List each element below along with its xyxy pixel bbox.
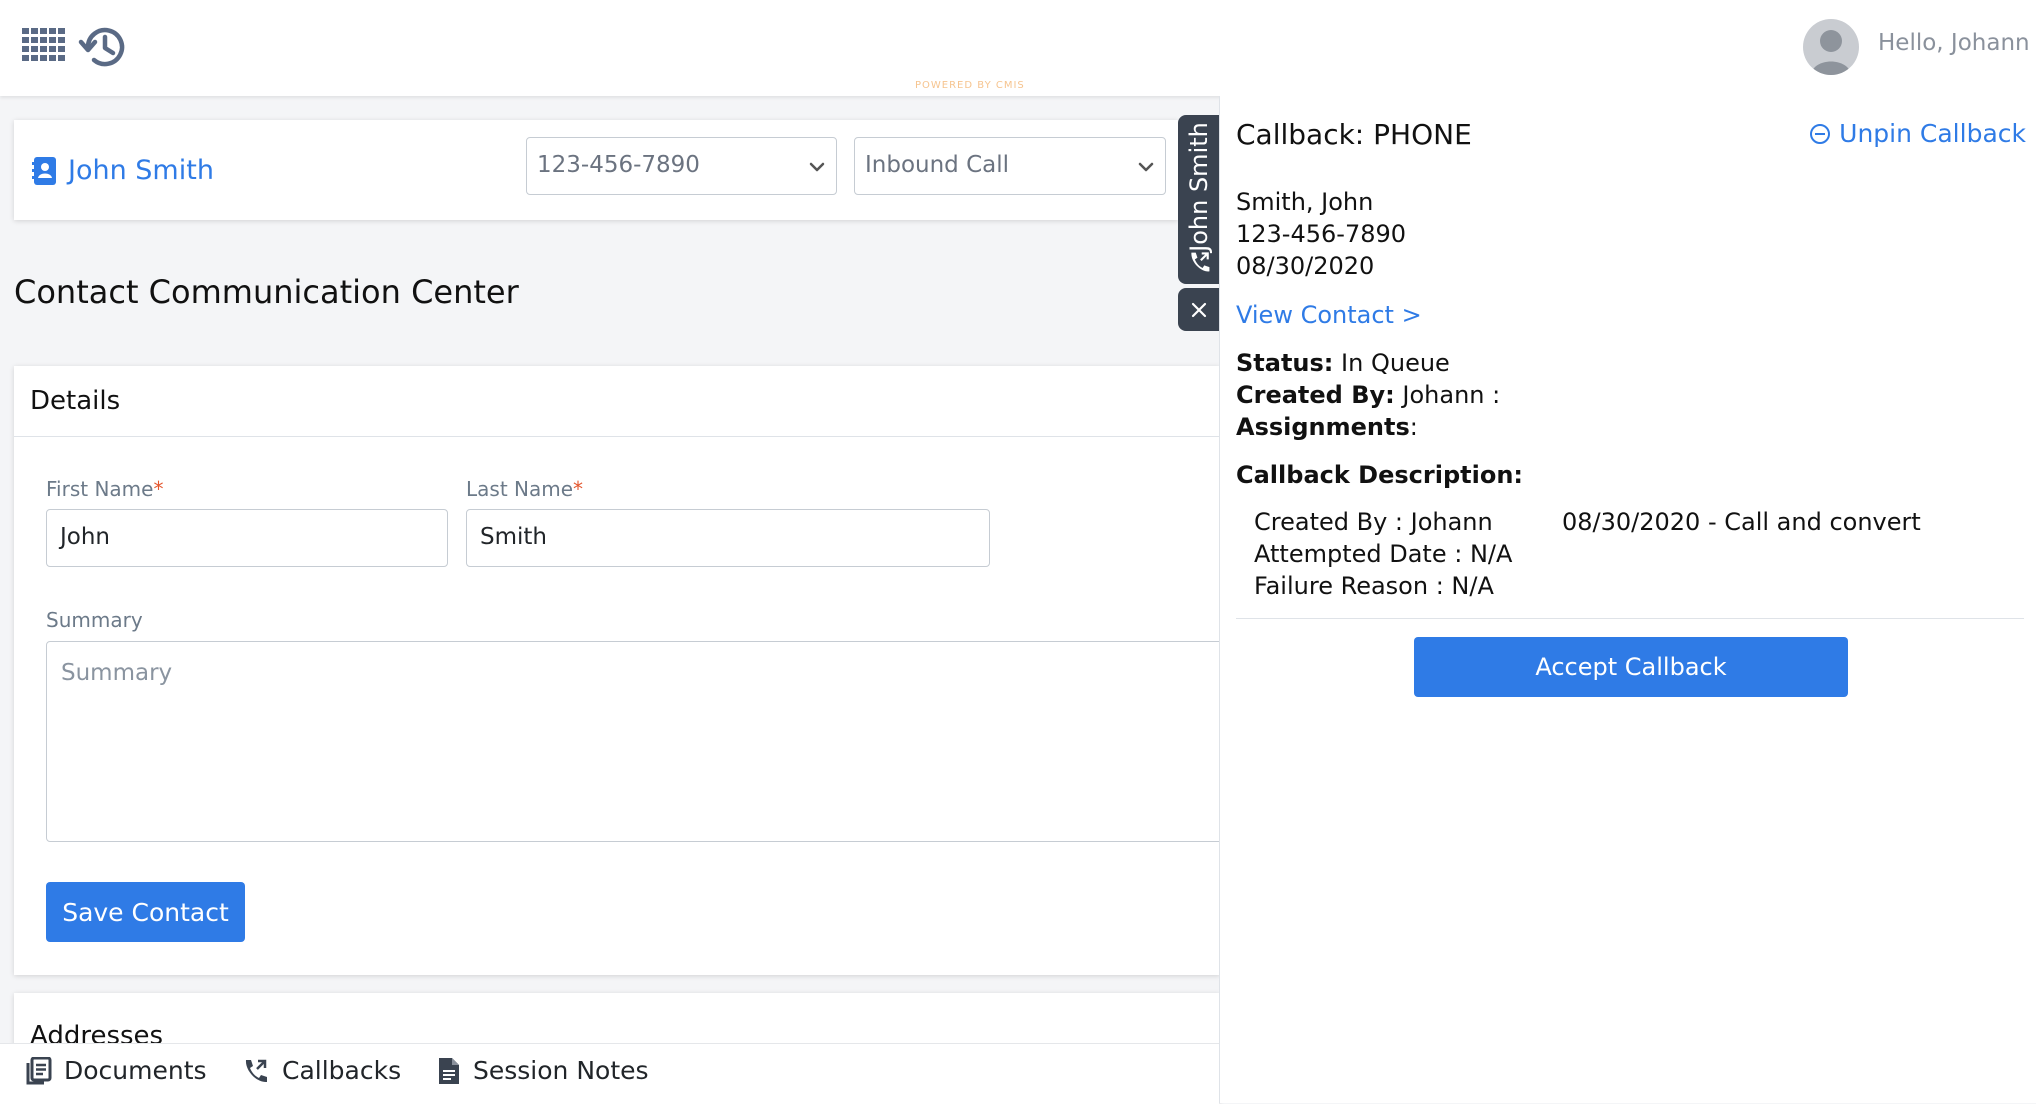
desc-note: 08/30/2020 - Call and convert [1562, 508, 1921, 536]
callback-title: Callback: PHONE [1236, 118, 1472, 151]
tab-documents-label: Documents [64, 1056, 207, 1085]
contact-name-link[interactable]: John Smith [32, 155, 214, 186]
contact-header-card: John Smith 123-456-7890 Inbound Call [14, 120, 1178, 220]
assignments-colon: : [1409, 413, 1418, 441]
tab-documents[interactable]: Documents [26, 1056, 207, 1085]
status-label: Status: [1236, 349, 1334, 377]
note-icon [439, 1057, 459, 1084]
callback-contact-name: Smith, John [1236, 188, 1374, 216]
avatar[interactable] [1803, 19, 1859, 75]
phone-select-value: 123-456-7890 [537, 152, 700, 178]
last-name-field[interactable]: Smith [466, 509, 990, 567]
desc-attempted-date: Attempted Date : N/A [1254, 540, 1513, 568]
powered-by-text: POWERED BY CMIS [915, 80, 1025, 91]
callback-status: Status: In Queue [1236, 349, 1450, 377]
session-tab-john-smith[interactable]: John Smith [1178, 115, 1219, 284]
unpin-callback-button[interactable]: Unpin Callback [1809, 119, 2026, 148]
summary-textarea[interactable]: Summary [46, 641, 1236, 842]
desc-created-by: Created By : Johann [1254, 508, 1493, 536]
details-card: Details First Name* John Last Name* Smit… [14, 366, 1236, 975]
chevron-down-icon [1138, 162, 1154, 172]
summary-placeholder: Summary [61, 660, 173, 686]
contact-book-icon [32, 156, 56, 185]
callback-phone: 123-456-7890 [1236, 220, 1407, 248]
unpin-callback-label: Unpin Callback [1839, 119, 2026, 148]
created-by-value: Johann : [1402, 381, 1501, 409]
tab-callbacks[interactable]: Callbacks [242, 1056, 401, 1085]
bottom-tab-bar: Documents Callbacks Session Notes [0, 1043, 1219, 1104]
callback-date: 08/30/2020 [1236, 252, 1375, 280]
first-name-field[interactable]: John [46, 509, 448, 567]
callback-phone-icon [245, 1059, 267, 1082]
minus-circle-icon [1810, 123, 1831, 144]
summary-label: Summary [46, 608, 143, 632]
status-value: In Queue [1341, 349, 1450, 377]
user-silhouette-icon [1811, 30, 1851, 75]
chevron-down-icon [809, 162, 825, 172]
accept-callback-button[interactable]: Accept Callback [1414, 637, 1848, 697]
close-session-button[interactable] [1178, 288, 1219, 331]
callback-panel: Callback: PHONE Unpin Callback Smith, Jo… [1219, 96, 2036, 1103]
last-name-label: Last Name* [466, 477, 583, 501]
call-type-select-value: Inbound Call [865, 152, 1010, 178]
callback-description-heading: Callback Description: [1236, 461, 1523, 489]
description-label: Callback Description: [1236, 461, 1524, 489]
required-mark: * [153, 477, 164, 501]
top-bar: POWERED BY CMIS Hello, Johann [0, 0, 2036, 96]
divider [1236, 618, 2024, 619]
details-title: Details [30, 386, 121, 416]
phone-select[interactable]: 123-456-7890 [526, 137, 837, 195]
created-by-label: Created By: [1236, 381, 1395, 409]
tab-callbacks-label: Callbacks [282, 1056, 402, 1085]
first-name-label: First Name* [46, 477, 163, 501]
history-icon[interactable] [78, 22, 128, 72]
tab-session-notes-label: Session Notes [473, 1056, 649, 1085]
page-title: Contact Communication Center [14, 273, 519, 311]
save-contact-button[interactable]: Save Contact [46, 882, 245, 942]
call-type-select[interactable]: Inbound Call [854, 137, 1166, 195]
close-icon [1191, 302, 1206, 317]
tab-session-notes[interactable]: Session Notes [437, 1056, 649, 1085]
view-contact-link[interactable]: View Contact > [1236, 301, 1422, 329]
first-name-value: John [60, 524, 111, 550]
first-name-label-text: First Name [46, 477, 154, 501]
user-greeting[interactable]: Hello, Johann [1878, 30, 2030, 56]
callback-phone-icon [1191, 252, 1210, 272]
last-name-value: Smith [480, 524, 547, 550]
details-header: Details [14, 366, 1220, 437]
contact-name[interactable]: John Smith [68, 155, 214, 186]
documents-icon [26, 1056, 52, 1084]
callback-assignments: Assignments: [1236, 413, 1418, 441]
session-tab-label: John Smith [1184, 122, 1213, 252]
desc-failure-reason: Failure Reason : N/A [1254, 572, 1494, 600]
callback-created-by: Created By: Johann : [1236, 381, 1500, 409]
assignments-label: Assignments [1236, 413, 1410, 441]
required-mark: * [573, 477, 584, 501]
last-name-label-text: Last Name [466, 477, 574, 501]
apps-grid-icon[interactable] [22, 28, 66, 62]
